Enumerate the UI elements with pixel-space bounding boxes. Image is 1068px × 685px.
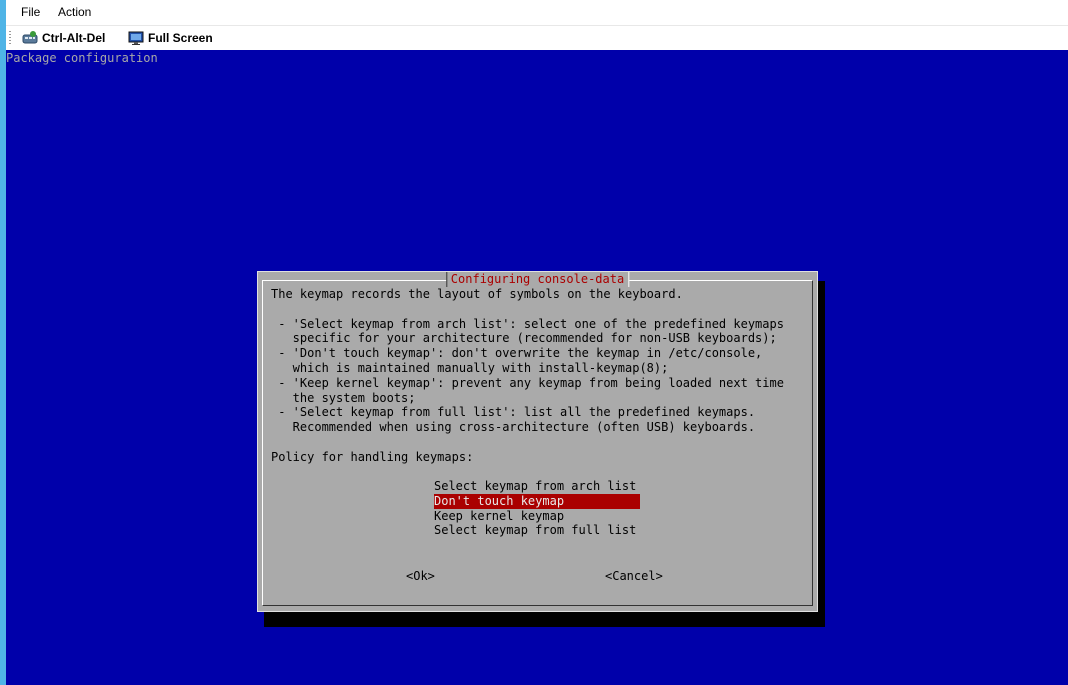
ctrl-alt-del-label: Ctrl-Alt-Del <box>42 31 106 45</box>
cancel-button[interactable]: <Cancel> <box>605 569 663 584</box>
option-dont-touch-keymap[interactable]: Don't touch keymap <box>434 493 641 509</box>
menu-file[interactable]: File <box>21 5 40 19</box>
option-keep-kernel-keymap[interactable]: Keep kernel keymap <box>434 509 640 524</box>
toolbar: Ctrl-Alt-Del Full Screen <box>6 25 1068 50</box>
menu-action[interactable]: Action <box>58 5 91 19</box>
vm-connection-window: File Action Ctrl-Alt-Del Full Screen Pac… <box>6 0 1068 685</box>
option-select-arch-list[interactable]: Select keymap from arch list <box>434 479 640 494</box>
console-screen[interactable]: Package configuration Configuring consol… <box>6 50 1068 685</box>
full-screen-button[interactable]: Full Screen <box>128 29 213 47</box>
option-select-full-list[interactable]: Select keymap from full list <box>434 523 640 538</box>
dialog-description: The keymap records the layout of symbols… <box>271 287 784 464</box>
keymap-policy-list[interactable]: Select keymap from arch list Don't touch… <box>434 479 641 538</box>
ctrl-alt-del-icon <box>22 31 38 44</box>
full-screen-label: Full Screen <box>148 31 213 45</box>
toolbar-grip <box>9 31 11 45</box>
menu-bar: File Action <box>6 0 1068 25</box>
ok-button[interactable]: <Ok> <box>406 569 435 584</box>
monitor-icon <box>128 31 144 45</box>
ctrl-alt-del-button[interactable]: Ctrl-Alt-Del <box>22 29 105 47</box>
dialog-title: Configuring console-data <box>445 272 630 287</box>
configuration-dialog: Configuring console-data The keymap reco… <box>257 271 818 612</box>
backtitle: Package configuration <box>6 51 158 65</box>
